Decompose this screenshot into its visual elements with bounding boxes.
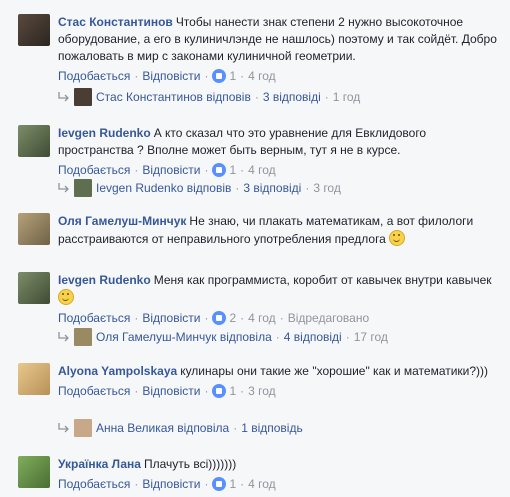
avatar[interactable] [18, 456, 50, 488]
reply-author[interactable]: Ievgen Rudenko відповів [96, 181, 231, 195]
reply-author[interactable]: Анна Великая відповіла [96, 421, 229, 435]
replies-link[interactable]: Анна Великая відповіла · 1 відповідь [58, 419, 303, 437]
comments-section: Стас Константинов Чтобы нанести знак степ… [0, 0, 510, 497]
reply-author[interactable]: Стас Константинов відповів [96, 90, 251, 104]
comment-author[interactable]: Українка Лана [58, 457, 141, 471]
smile-emoji-icon [389, 230, 406, 246]
reply-count[interactable]: 3 відповіді [243, 181, 301, 195]
timestamp[interactable]: 4 год [248, 163, 276, 177]
reply-arrow-icon [58, 423, 69, 433]
reply-button[interactable]: Відповісти [142, 477, 200, 491]
reply-count[interactable]: 4 відповіді [284, 330, 342, 344]
reply-arrow-icon [58, 183, 69, 193]
avatar[interactable] [18, 213, 50, 245]
edited-label[interactable]: Відредаговано [288, 311, 369, 325]
avatar[interactable] [18, 363, 50, 395]
like-button[interactable]: Подобається [58, 477, 130, 491]
reply-arrow-icon [58, 92, 69, 102]
comment-author[interactable]: Ievgen Rudenko [58, 126, 151, 140]
reply-author[interactable]: Оля Гамелуш-Минчук відповіла [96, 330, 272, 344]
reply-arrow-icon [58, 332, 69, 342]
like-button[interactable]: Подобається [58, 384, 130, 398]
avatar[interactable] [18, 14, 50, 46]
like-icon [212, 477, 227, 491]
avatar[interactable] [18, 125, 50, 157]
comment-actions: Подобається · Відповісти · 1 · 3 год [58, 384, 276, 398]
replies-link[interactable]: Оля Гамелуш-Минчук відповіла · 4 відповіді… [58, 328, 388, 346]
like-icon [212, 69, 227, 83]
comment-actions: Подобається · Відповісти · 1 · 4 год [58, 69, 276, 83]
like-button[interactable]: Подобається [58, 163, 130, 177]
timestamp[interactable]: 4 год [248, 477, 276, 491]
avatar[interactable] [18, 272, 50, 304]
reply-time: 17 год [353, 330, 388, 344]
reply-count[interactable]: 1 відповідь [241, 421, 303, 435]
like-button[interactable]: Подобається [58, 311, 130, 325]
timestamp[interactable]: 4 год [248, 311, 276, 325]
comment-author[interactable]: Стас Константинов [58, 15, 173, 29]
comment-actions: Подобається · Відповісти · 1 · 4 год [58, 163, 276, 177]
replies-link[interactable]: Стас Константинов відповів · 3 відповіді · 1… [58, 88, 360, 106]
comment-actions: Подобається · Відповісти · 2 · 4 год · Відредаго… [58, 311, 370, 325]
timestamp[interactable]: 4 год [248, 69, 276, 83]
like-button[interactable]: Подобається [58, 69, 130, 83]
comment-text: Меня как программиста, коробит от кавыче… [153, 273, 492, 287]
reply-button[interactable]: Відповісти [142, 163, 200, 177]
reply-time: 1 год [332, 90, 361, 104]
like-icon [212, 384, 227, 398]
timestamp[interactable]: 3 год [248, 384, 276, 398]
reply-button[interactable]: Відповісти [142, 384, 200, 398]
comment-actions: Подобається · Відповісти · 1 · 4 год [58, 477, 276, 491]
reply-button[interactable]: Відповісти [142, 69, 200, 83]
comment-author[interactable]: Alyona Yampolskaya [58, 364, 177, 378]
like-icon [212, 311, 227, 325]
comment-text: Плачуть всі))))))) [143, 457, 237, 471]
reply-avatar [74, 88, 92, 106]
smile-emoji-icon [58, 289, 74, 305]
comment-author[interactable]: Оля Гамелуш-Минчук [58, 214, 186, 228]
reply-avatar [74, 419, 92, 437]
like-icon [212, 163, 227, 177]
reply-button[interactable]: Відповісти [142, 311, 200, 325]
reply-time: 3 год [313, 181, 341, 195]
comment-author[interactable]: Ievgen Rudenko [58, 273, 151, 287]
comment-text: кулинары они такие же "хорошие" как и ма… [180, 364, 489, 378]
reply-avatar [74, 328, 92, 346]
replies-link[interactable]: Ievgen Rudenko відповів · 3 відповіді · 3 го… [58, 179, 341, 197]
reply-count[interactable]: 3 відповіді [263, 90, 321, 104]
reply-avatar [74, 179, 92, 197]
